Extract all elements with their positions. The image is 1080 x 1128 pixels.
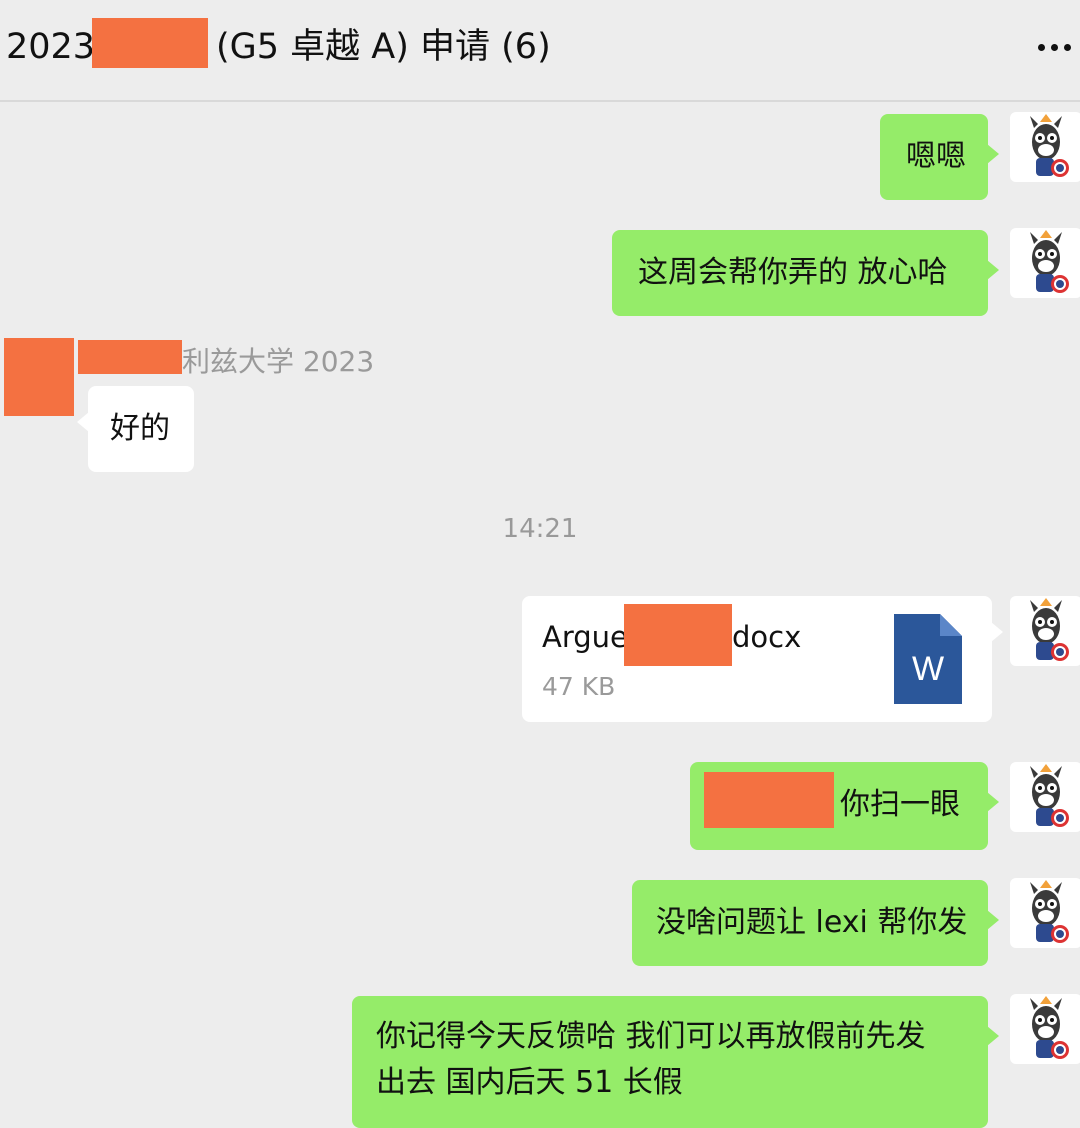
donkey-avatar-icon	[1030, 764, 1069, 827]
chat-title: 2023	[6, 22, 95, 72]
file-name-suffix: docx	[732, 620, 802, 654]
more-dots-icon[interactable]	[1038, 44, 1072, 52]
title-prefix: 2023	[6, 27, 96, 67]
message-bubble[interactable]: 这周会帮你弄的 放心哈	[612, 230, 999, 316]
chat-header: 2023 (G5 卓越 A) 申请 (6)	[0, 0, 1080, 102]
message-bubble[interactable]: 嗯嗯	[880, 114, 999, 200]
donkey-avatar-icon	[1030, 996, 1069, 1059]
self-avatar[interactable]	[1010, 112, 1080, 182]
message-bubble[interactable]: 好的	[77, 386, 194, 472]
donkey-avatar-icon	[1030, 880, 1069, 943]
redaction-box	[92, 18, 208, 68]
chat-title-suffix: (G5 卓越 A) 申请 (6)	[216, 27, 551, 67]
self-avatar[interactable]	[1010, 228, 1080, 298]
message-bubble[interactable]: 你记得今天反馈哈 我们可以再放假前先发 出去 国内后天 51 长假	[352, 996, 999, 1128]
timestamp: 14:21	[502, 514, 578, 544]
self-avatar[interactable]	[1010, 994, 1080, 1064]
file-name: Argue	[542, 620, 628, 654]
file-size: 47 KB	[542, 672, 616, 701]
other-avatar[interactable]	[4, 338, 74, 416]
donkey-avatar-icon	[1030, 114, 1069, 177]
donkey-avatar-icon	[1030, 230, 1069, 293]
word-document-icon: W	[894, 614, 962, 704]
message-bubble[interactable]: 没啥问题让 lexi 帮你发	[632, 880, 999, 966]
file-name-redaction	[624, 604, 732, 666]
sender-name-redaction	[78, 340, 182, 374]
message-bubble[interactable]: 你扫一眼	[690, 762, 999, 850]
donkey-avatar-icon	[1030, 598, 1069, 661]
self-avatar[interactable]	[1010, 878, 1080, 948]
self-avatar[interactable]	[1010, 596, 1080, 666]
sender-name: 利兹大学 2023	[182, 345, 375, 378]
word-icon-letter: W	[912, 650, 944, 688]
file-message-card[interactable]: Argue docx 47 KB W	[522, 596, 1003, 722]
message-redaction	[704, 772, 834, 828]
self-avatar[interactable]	[1010, 762, 1080, 832]
